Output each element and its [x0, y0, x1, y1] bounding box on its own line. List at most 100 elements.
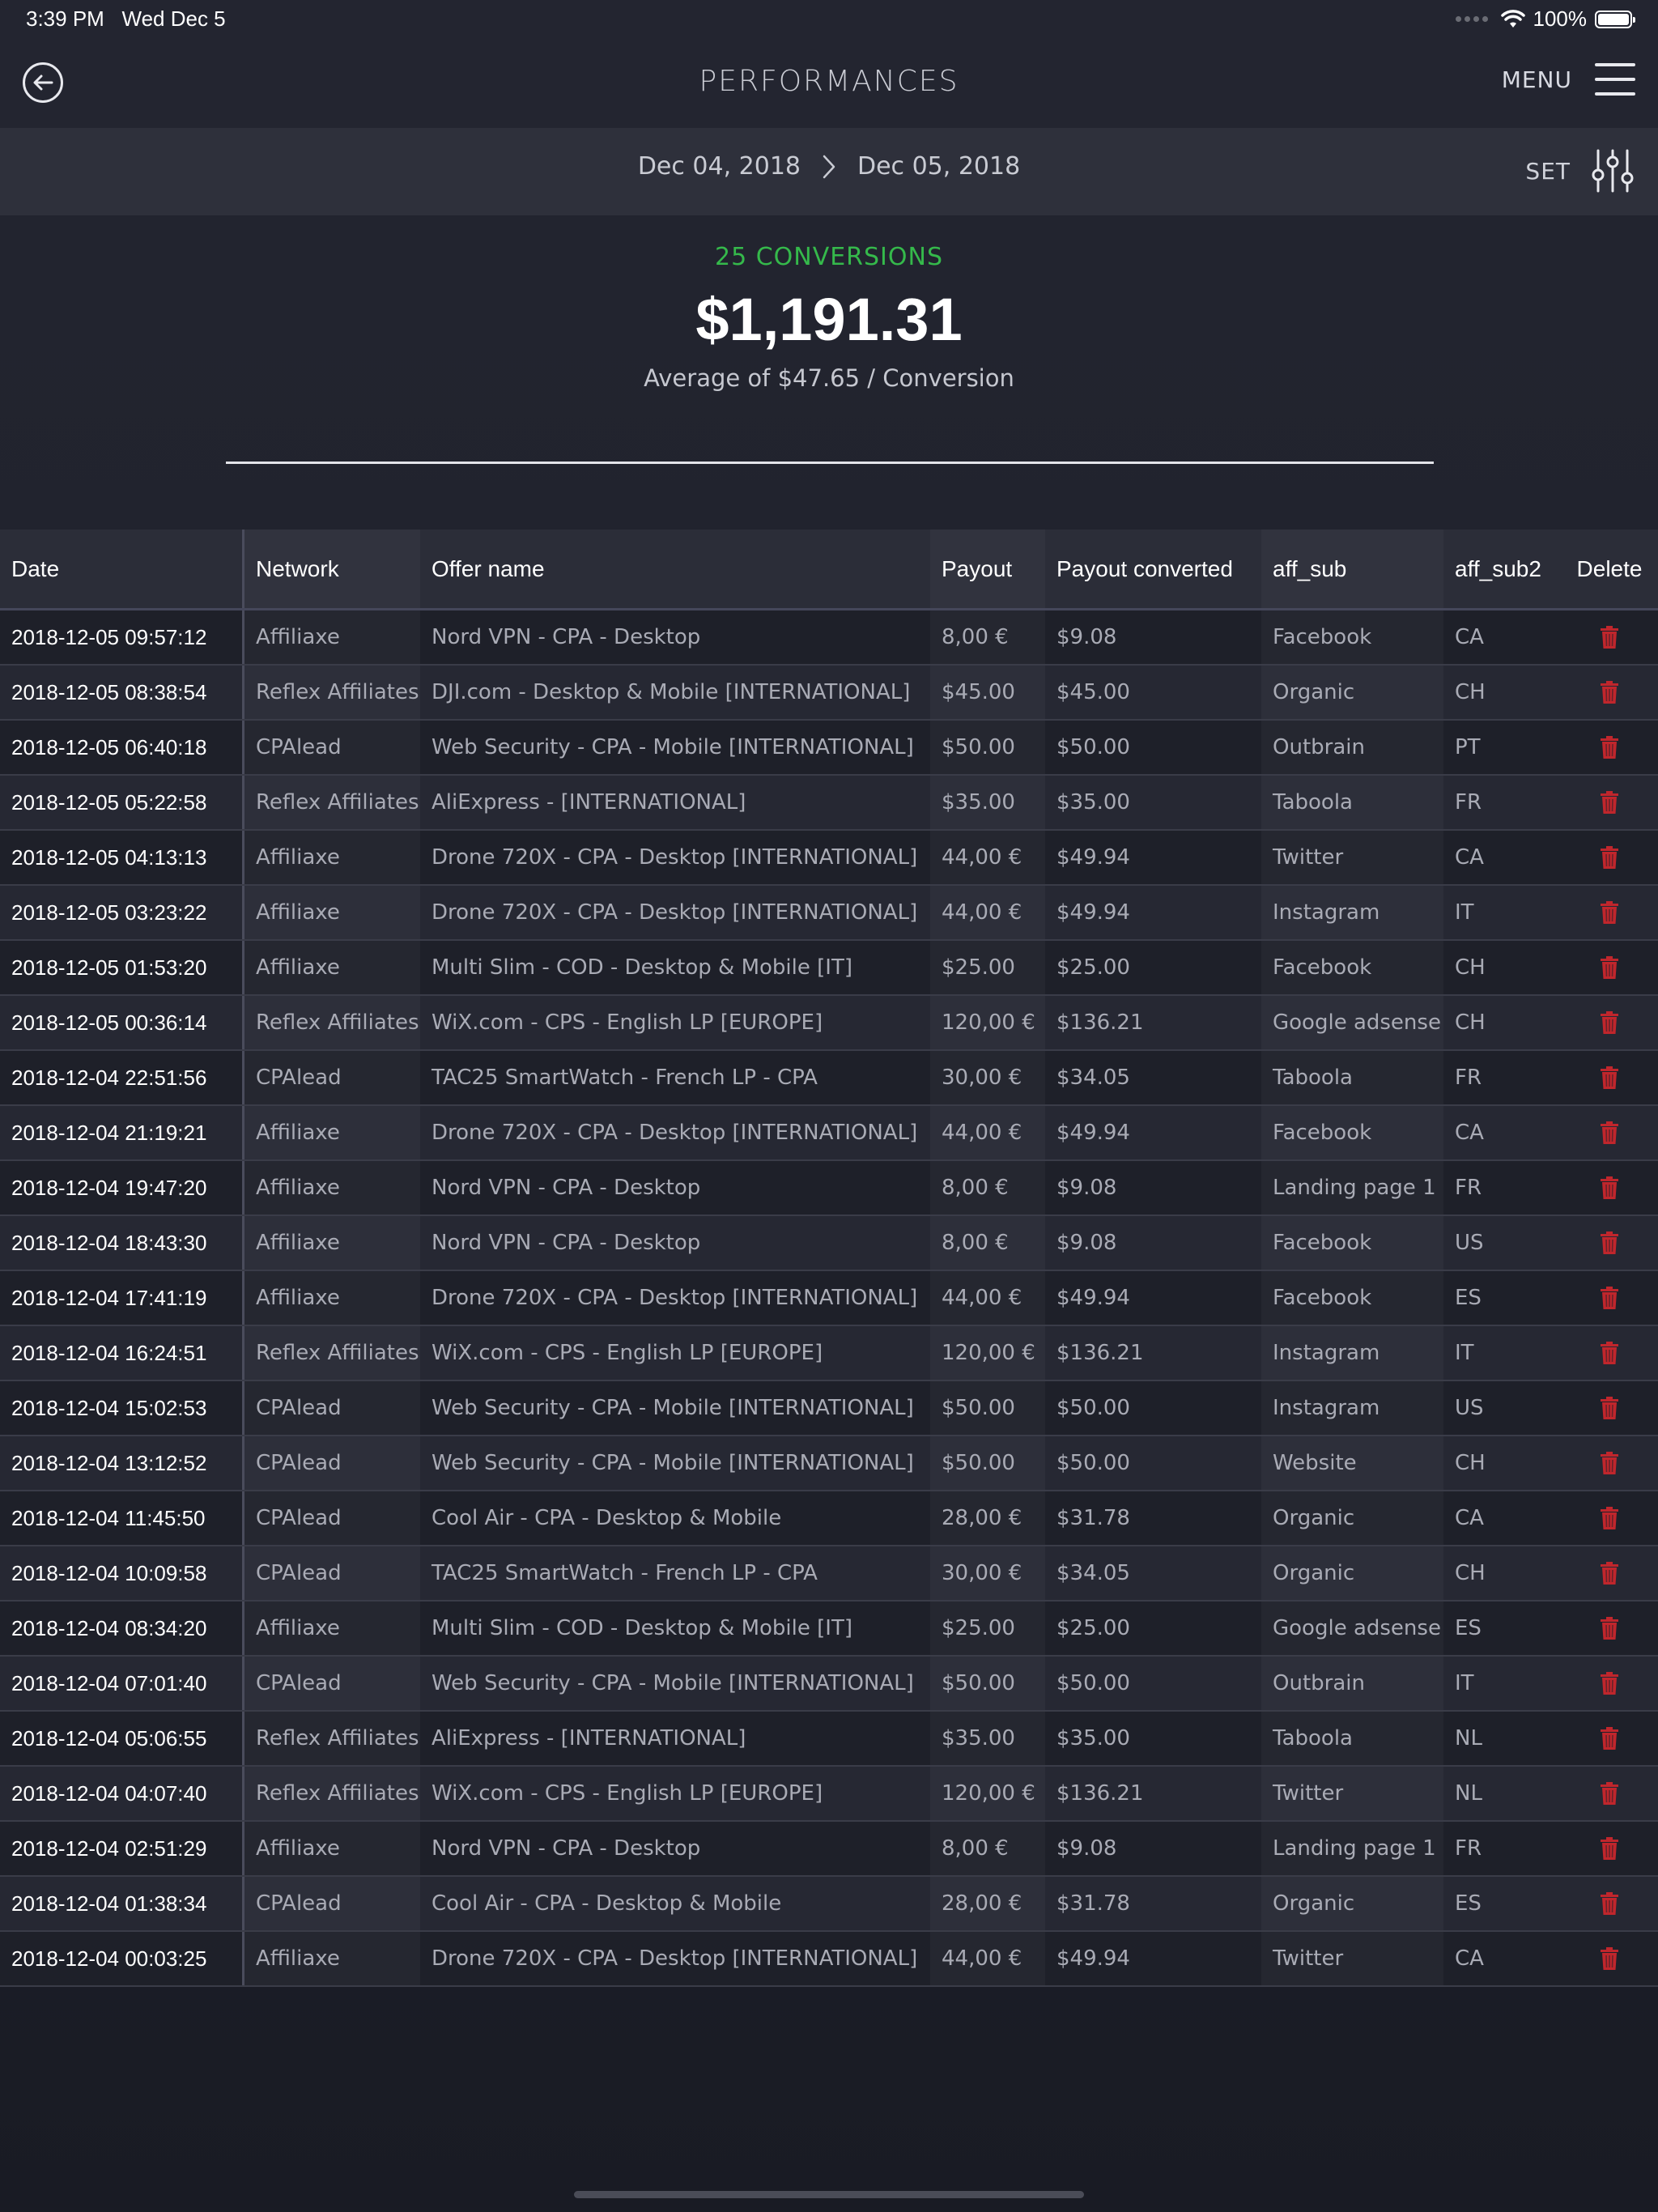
row-network: CPAlead	[244, 1381, 420, 1435]
table-row[interactable]: 2018-12-04 22:51:56 CPAlead TAC25 SmartWat…	[0, 1051, 1658, 1106]
header-date[interactable]: Date	[0, 530, 244, 608]
start-date[interactable]: Dec 04, 2018	[638, 152, 801, 181]
table-row[interactable]: 2018-12-04 21:19:21 Affiliaxe Drone 720X -…	[0, 1106, 1658, 1161]
header-aff-sub[interactable]: aff_sub	[1261, 530, 1443, 608]
table-row[interactable]: 2018-12-04 07:01:40 CPAlead Web Security -…	[0, 1657, 1658, 1712]
date-range[interactable]: Dec 04, 2018 Dec 05, 2018	[0, 152, 1658, 181]
row-offer-name: Web Security - CPA - Mobile [INTERNATION…	[432, 735, 914, 759]
trash-icon[interactable]	[1600, 900, 1619, 925]
table-row[interactable]: 2018-12-05 04:13:13 Affiliaxe Drone 720X -…	[0, 831, 1658, 886]
table-row[interactable]: 2018-12-04 05:06:55 Reflex Affiliates AliE…	[0, 1712, 1658, 1767]
set-filter-button[interactable]: SET	[1525, 149, 1634, 193]
row-offer-name: Drone 720X - CPA - Desktop [INTERNATIONA…	[432, 1286, 918, 1310]
trash-icon[interactable]	[1600, 1671, 1619, 1695]
row-aff-sub: Taboola	[1261, 1051, 1443, 1104]
table-row[interactable]: 2018-12-05 03:23:22 Affiliaxe Drone 720X -…	[0, 886, 1658, 941]
row-payout: $25.00	[930, 1602, 1045, 1655]
conversions-table: Date Network Offer name Payout Payout co…	[0, 530, 1658, 1987]
table-row[interactable]: 2018-12-04 01:38:34 CPAlead Cool Air - CPA…	[0, 1877, 1658, 1932]
trash-icon[interactable]	[1600, 625, 1619, 649]
row-network: Affiliaxe	[244, 831, 420, 884]
home-indicator[interactable]	[574, 2191, 1084, 2198]
trash-icon[interactable]	[1600, 735, 1619, 759]
row-aff-sub2: NL	[1455, 1726, 1482, 1750]
trash-icon[interactable]	[1600, 1396, 1619, 1420]
chevron-right-icon	[823, 155, 835, 178]
row-aff-sub2: ES	[1455, 1616, 1482, 1640]
table-row[interactable]: 2018-12-04 02:51:29 Affiliaxe Nord VPN - C…	[0, 1822, 1658, 1877]
row-aff-sub: Landing page 1	[1261, 1161, 1443, 1214]
table-row[interactable]: 2018-12-05 09:57:12 Affiliaxe Nord VPN - C…	[0, 610, 1658, 666]
table-row[interactable]: 2018-12-05 00:36:14 Reflex Affiliates WiX.…	[0, 996, 1658, 1051]
trash-icon[interactable]	[1600, 1286, 1619, 1310]
trash-icon[interactable]	[1600, 1506, 1619, 1530]
trash-icon[interactable]	[1600, 1451, 1619, 1475]
table-row[interactable]: 2018-12-04 10:09:58 CPAlead TAC25 SmartWat…	[0, 1546, 1658, 1602]
table-row[interactable]: 2018-12-04 04:07:40 Reflex Affiliates WiX.…	[0, 1767, 1658, 1822]
table-row[interactable]: 2018-12-04 13:12:52 CPAlead Web Security -…	[0, 1436, 1658, 1491]
row-date: 2018-12-05 01:53:20	[0, 941, 244, 994]
row-payout-converted: $25.00	[1056, 1616, 1130, 1640]
row-network: Reflex Affiliates	[244, 1712, 420, 1765]
row-network: Affiliaxe	[244, 1106, 420, 1159]
trash-icon[interactable]	[1600, 1176, 1619, 1200]
table-row[interactable]: 2018-12-04 08:34:20 Affiliaxe Multi Slim -…	[0, 1602, 1658, 1657]
trash-icon[interactable]	[1600, 1010, 1619, 1035]
table-row[interactable]: 2018-12-05 05:22:58 Reflex Affiliates AliE…	[0, 776, 1658, 831]
header-aff-sub2[interactable]: aff_sub2	[1443, 530, 1561, 608]
trash-icon[interactable]	[1600, 1616, 1619, 1640]
trash-icon[interactable]	[1600, 680, 1619, 704]
trash-icon[interactable]	[1600, 1341, 1619, 1365]
row-payout-converted: $136.21	[1056, 1781, 1144, 1806]
trash-icon[interactable]	[1600, 1726, 1619, 1750]
trash-icon[interactable]	[1600, 1781, 1619, 1806]
table-row[interactable]: 2018-12-05 01:53:20 Affiliaxe Multi Slim -…	[0, 941, 1658, 996]
delete-cell	[1561, 1326, 1658, 1380]
row-network: CPAlead	[244, 1491, 420, 1545]
row-offer-name: Web Security - CPA - Mobile [INTERNATION…	[432, 1671, 914, 1695]
trash-icon[interactable]	[1600, 1121, 1619, 1145]
header-network[interactable]: Network	[244, 530, 420, 608]
trash-icon[interactable]	[1600, 1836, 1619, 1861]
table-row[interactable]: 2018-12-05 08:38:54 Reflex Affiliates DJI.…	[0, 666, 1658, 721]
row-network: Affiliaxe	[244, 1932, 420, 1985]
signal-icon	[1455, 16, 1488, 22]
trash-icon[interactable]	[1600, 790, 1619, 815]
trash-icon[interactable]	[1600, 1891, 1619, 1916]
row-payout: 120,00 €	[930, 996, 1045, 1049]
table-row[interactable]: 2018-12-04 11:45:50 CPAlead Cool Air - CPA…	[0, 1491, 1658, 1546]
row-aff-sub: Google adsense	[1261, 1602, 1443, 1655]
delete-cell	[1561, 1657, 1658, 1710]
header-offer-name[interactable]: Offer name	[420, 530, 930, 608]
row-payout-converted: $136.21	[1056, 1341, 1144, 1365]
table-row[interactable]: 2018-12-04 18:43:30 Affiliaxe Nord VPN - C…	[0, 1216, 1658, 1271]
table-row[interactable]: 2018-12-04 00:03:25 Affiliaxe Drone 720X -…	[0, 1932, 1658, 1987]
row-offer-name: Nord VPN - CPA - Desktop	[432, 1231, 701, 1255]
end-date[interactable]: Dec 05, 2018	[857, 152, 1020, 181]
header-payout-converted[interactable]: Payout converted	[1045, 530, 1261, 608]
header-payout[interactable]: Payout	[930, 530, 1045, 608]
menu-button[interactable]: MENU	[1502, 62, 1635, 97]
row-offer-name: AliExpress - [INTERNATIONAL]	[432, 790, 746, 815]
trash-icon[interactable]	[1600, 955, 1619, 980]
table-row[interactable]: 2018-12-04 16:24:51 Reflex Affiliates WiX.…	[0, 1326, 1658, 1381]
total-revenue: $1,191.31	[695, 286, 963, 353]
row-network: Reflex Affiliates	[244, 996, 420, 1049]
row-aff-sub2: IT	[1455, 1671, 1474, 1695]
table-row[interactable]: 2018-12-04 15:02:53 CPAlead Web Security -…	[0, 1381, 1658, 1436]
trash-icon[interactable]	[1600, 1561, 1619, 1585]
row-date: 2018-12-05 06:40:18	[0, 721, 244, 774]
delete-cell	[1561, 1546, 1658, 1600]
row-aff-sub2: ES	[1455, 1891, 1482, 1916]
trash-icon[interactable]	[1600, 1231, 1619, 1255]
trash-icon[interactable]	[1600, 845, 1619, 870]
trash-icon[interactable]	[1600, 1946, 1619, 1971]
row-network: Affiliaxe	[244, 1161, 420, 1214]
row-payout: 28,00 €	[930, 1491, 1045, 1545]
row-date: 2018-12-04 10:09:58	[0, 1546, 244, 1600]
row-network: Affiliaxe	[244, 1216, 420, 1270]
table-row[interactable]: 2018-12-04 17:41:19 Affiliaxe Drone 720X -…	[0, 1271, 1658, 1326]
table-row[interactable]: 2018-12-05 06:40:18 CPAlead Web Security -…	[0, 721, 1658, 776]
trash-icon[interactable]	[1600, 1066, 1619, 1090]
table-row[interactable]: 2018-12-04 19:47:20 Affiliaxe Nord VPN - C…	[0, 1161, 1658, 1216]
